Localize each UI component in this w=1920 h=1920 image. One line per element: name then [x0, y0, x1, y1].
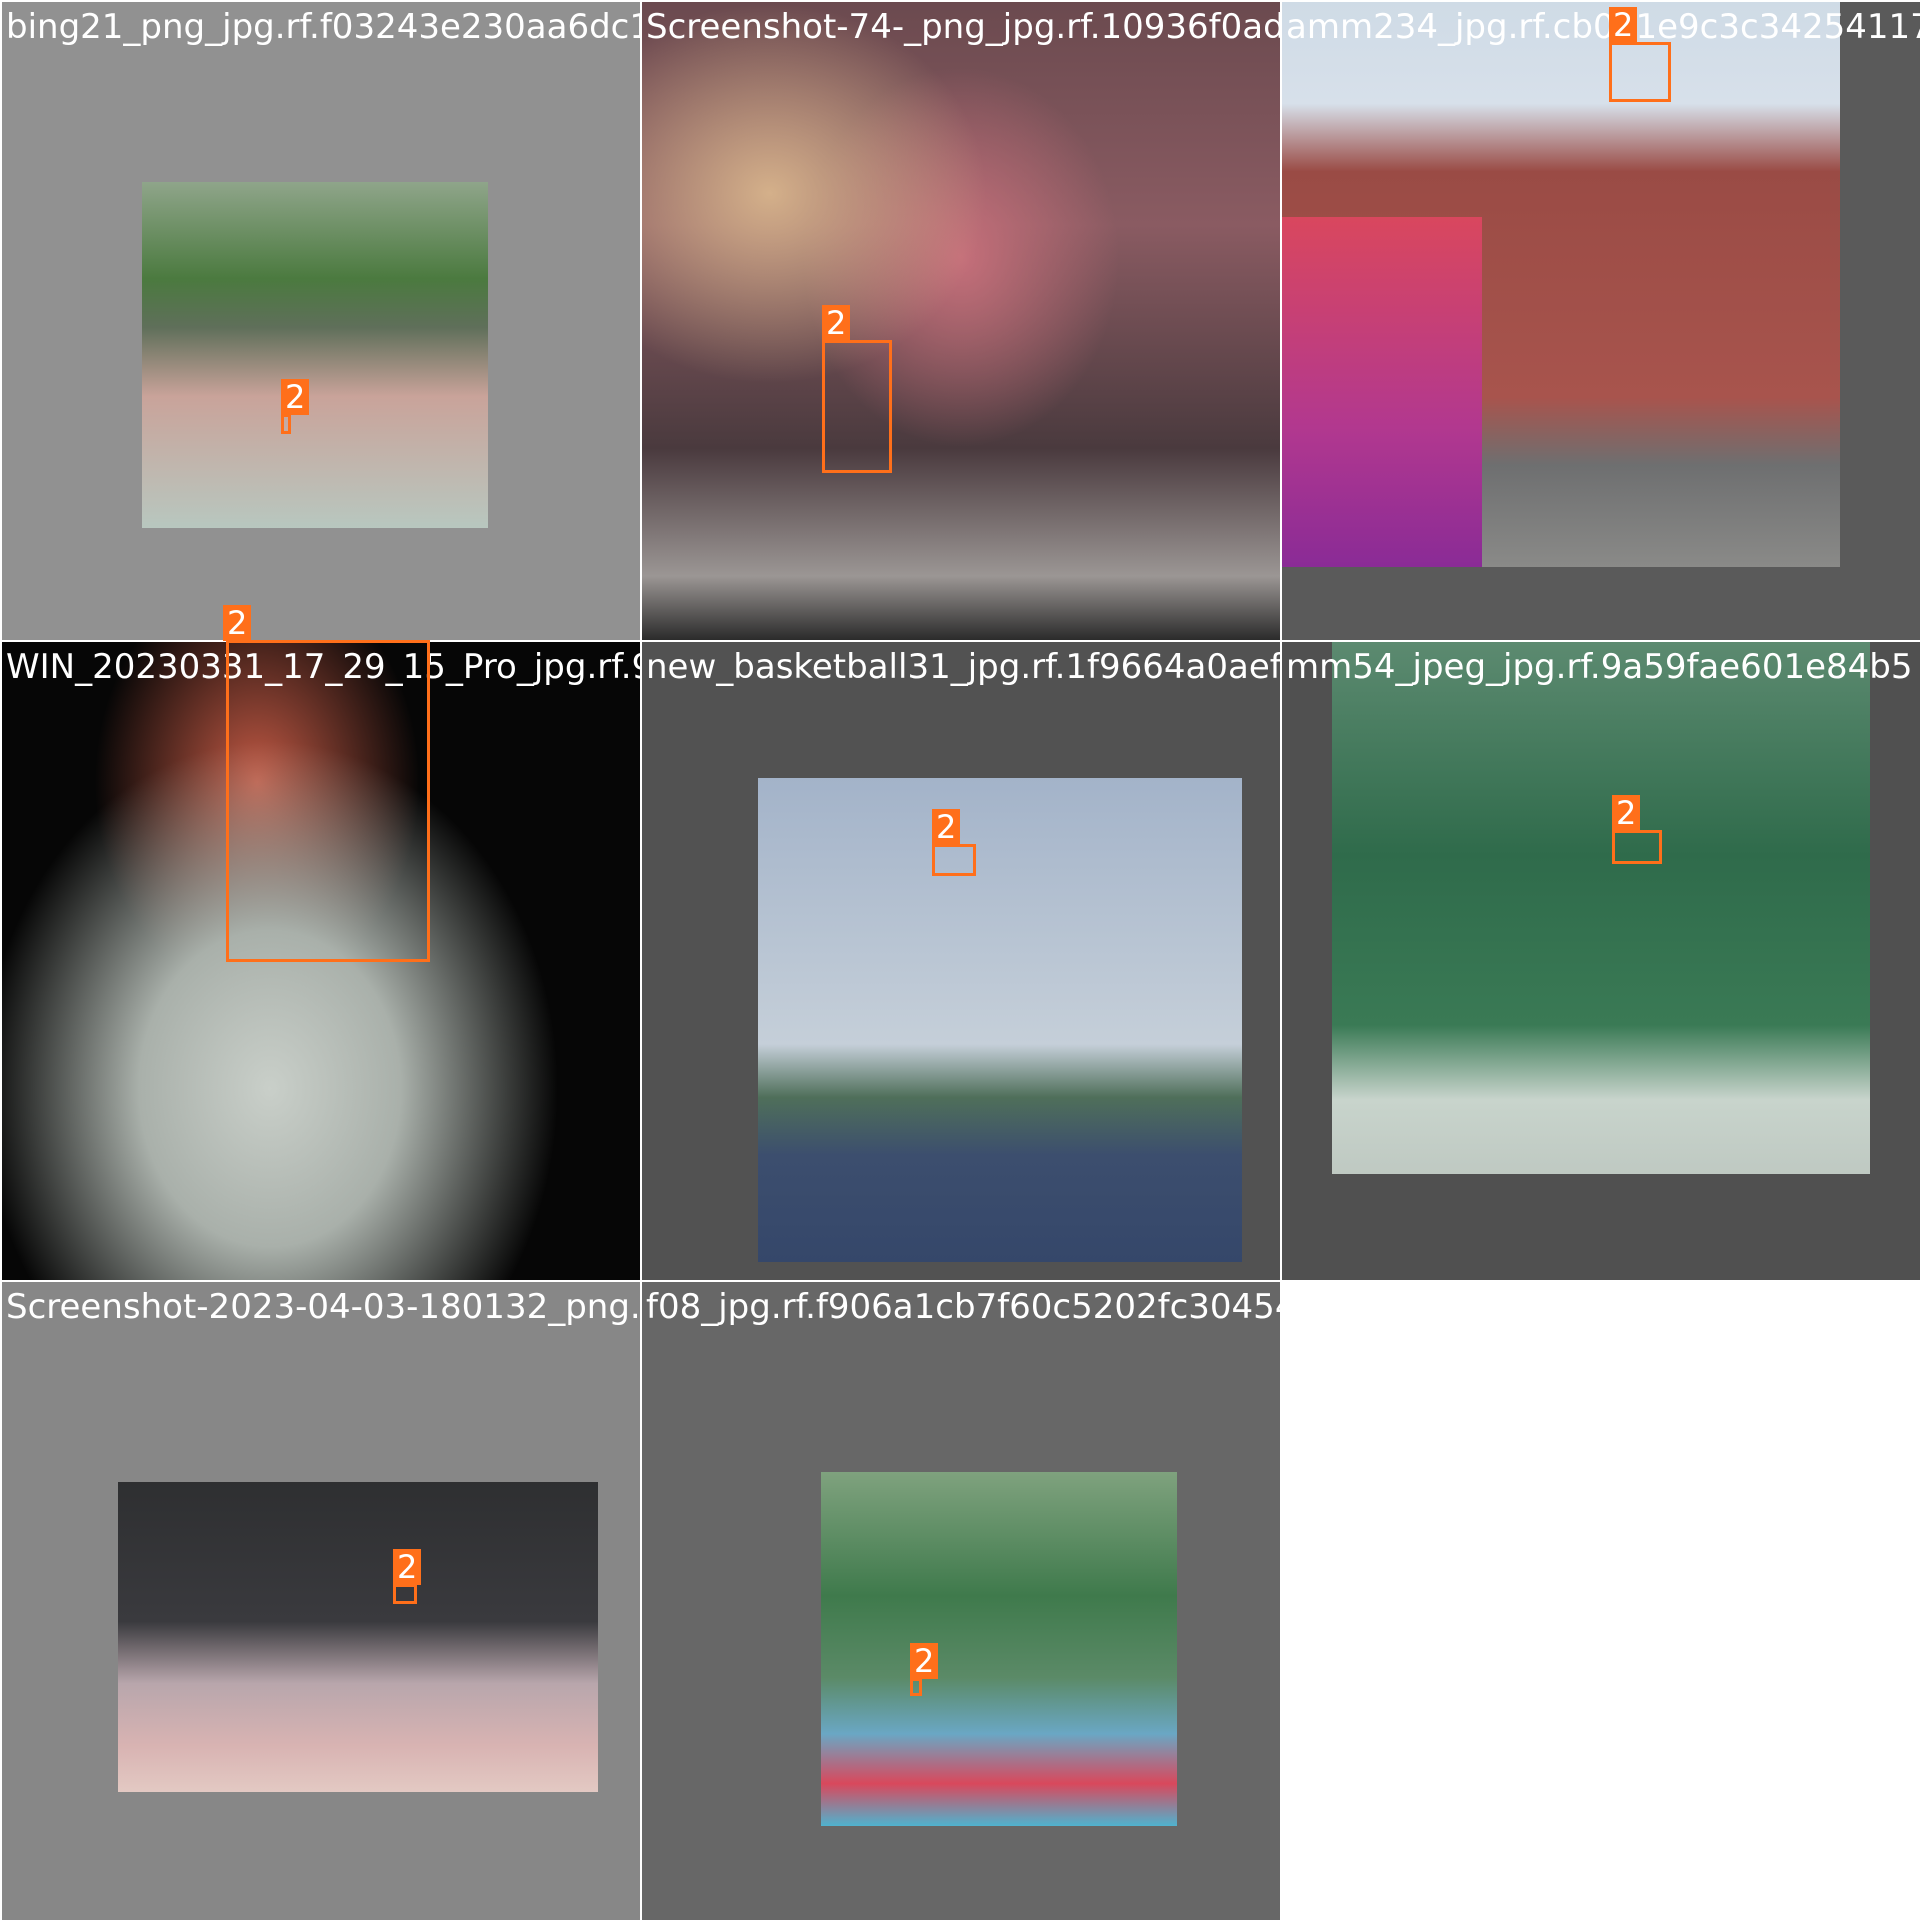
photo-night-court	[118, 1482, 598, 1792]
tile-title: f08_jpg.rf.f906a1cb7f60c5202fc30454f3284	[646, 1287, 1280, 1327]
detection-label: 2	[393, 1549, 422, 1585]
mosaic-tile-1: 2 bing21_png_jpg.rf.f03243e230aa6dc187c4…	[2, 2, 640, 640]
tile-title: mm54_jpeg_jpg.rf.9a59fae601e84b5	[1286, 647, 1913, 687]
detection-label: 2	[281, 379, 310, 415]
photo-jump-shot	[758, 778, 1242, 1262]
mosaic-tile-5: 2 new_basketball31_jpg.rf.1f9664a0aef505…	[642, 642, 1280, 1280]
detection-label: 2	[1612, 795, 1641, 831]
mosaic-tile-3: 2 amm234_jpg.rf.cb0e1e9c3c342541179c	[1282, 2, 1920, 640]
tile-title: new_basketball31_jpg.rf.1f9664a0aef50542…	[646, 647, 1280, 687]
detection-box: 2	[822, 305, 892, 473]
detection-box: 2	[281, 379, 310, 434]
detection-box: 2	[910, 1643, 939, 1696]
detection-box: 2	[393, 1549, 422, 1604]
tile-title: amm234_jpg.rf.cb0e1e9c3c342541179c	[1286, 7, 1920, 47]
mosaic-tile-6: 2 mm54_jpeg_jpg.rf.9a59fae601e84b5	[1282, 642, 1920, 1280]
detection-label: 2	[910, 1643, 939, 1679]
detection-box: 2	[932, 809, 976, 876]
detection-box: 2	[226, 642, 430, 962]
tile-title: Screenshot-74-_png_jpg.rf.10936f0adc971f…	[646, 7, 1280, 47]
promo-sign	[1282, 217, 1482, 567]
photo-crowd-game	[642, 2, 1280, 640]
tile-title: bing21_png_jpg.rf.f03243e230aa6dc187c4e0	[6, 7, 640, 47]
detection-box: 2	[1609, 7, 1671, 102]
tile-title: Screenshot-2023-04-03-180132_png.rf.0983…	[6, 1287, 640, 1327]
mosaic-tile-2: 2 Screenshot-74-_png_jpg.rf.10936f0adc97…	[642, 2, 1280, 640]
photo-house-hoop	[1282, 2, 1840, 567]
detection-box-top: 2	[223, 605, 430, 643]
mosaic-tile-4: 2 WIN_20230331_17_29_15_Pro_jpg.rf.966cb…	[2, 642, 640, 1280]
detection-box: 2	[1612, 795, 1662, 864]
mosaic-tile-7: 2 Screenshot-2023-04-03-180132_png.rf.09…	[2, 1282, 640, 1920]
detection-label: 2	[1609, 7, 1638, 43]
photo-park-girl	[1332, 642, 1870, 1174]
detection-label: 2	[822, 305, 851, 341]
detection-label: 2	[932, 809, 961, 845]
mosaic-tile-8: 2 f08_jpg.rf.f906a1cb7f60c5202fc30454f32…	[642, 1282, 1280, 1920]
photo-outdoor-court	[142, 182, 488, 528]
photo-caged-court	[821, 1472, 1177, 1826]
detection-label: 2	[223, 605, 252, 641]
